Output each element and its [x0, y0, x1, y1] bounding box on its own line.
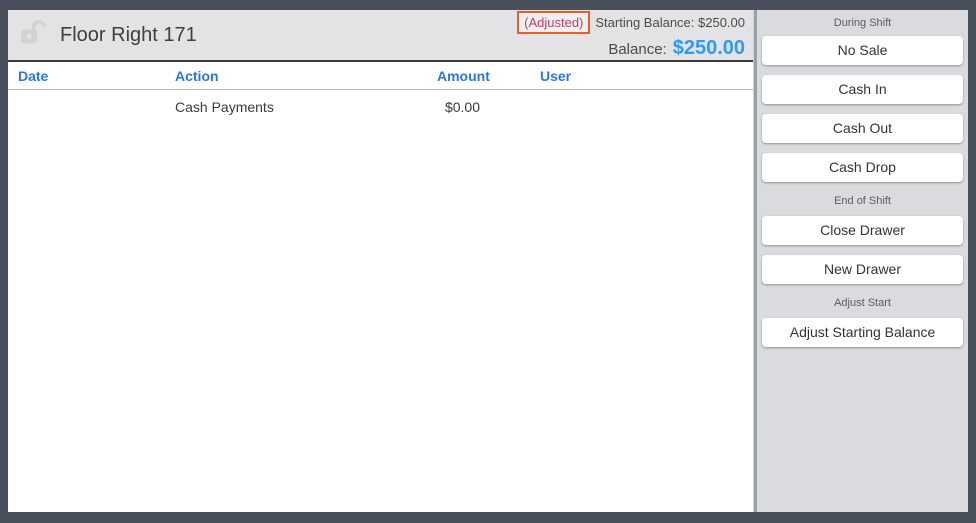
cash-in-button[interactable]: Cash In: [762, 75, 963, 104]
adjusted-badge: (Adjusted): [517, 11, 590, 34]
unlocked-padlock-icon: [18, 19, 48, 54]
column-header-amount: Amount: [437, 68, 480, 84]
balance-label: Balance:: [608, 41, 666, 58]
table-row: Cash Payments $0.00: [8, 90, 753, 124]
cash-drop-button[interactable]: Cash Drop: [762, 153, 963, 182]
drawer-title: Floor Right 171: [60, 24, 197, 47]
drawer-panel: Floor Right 171 (Adjusted) Starting Bala…: [8, 10, 753, 512]
section-label-adjust-start: Adjust Start: [757, 297, 968, 310]
cell-amount: $0.00: [437, 99, 480, 115]
section-label-end-of-shift: End of Shift: [757, 195, 968, 208]
close-drawer-button[interactable]: Close Drawer: [762, 216, 963, 245]
starting-balance-text: Starting Balance: $250.00: [595, 15, 745, 30]
column-header-user: User: [480, 68, 753, 84]
cash-out-button[interactable]: Cash Out: [762, 114, 963, 143]
balance-summary: (Adjusted) Starting Balance: $250.00 Bal…: [517, 11, 745, 60]
column-header-action: Action: [175, 68, 437, 84]
balance-value: $250.00: [673, 37, 745, 60]
drawer-header: Floor Right 171 (Adjusted) Starting Bala…: [8, 10, 753, 62]
transactions-table-header: Date Action Amount User: [8, 62, 753, 90]
cell-action: Cash Payments: [175, 99, 437, 115]
no-sale-button[interactable]: No Sale: [762, 36, 963, 65]
column-header-date: Date: [18, 68, 175, 84]
new-drawer-button[interactable]: New Drawer: [762, 255, 963, 284]
adjust-starting-balance-button[interactable]: Adjust Starting Balance: [762, 318, 963, 347]
drawer-actions-sidebar: During Shift No Sale Cash In Cash Out Ca…: [757, 10, 968, 512]
transactions-table-body: Cash Payments $0.00: [8, 90, 753, 512]
section-label-during-shift: During Shift: [757, 17, 968, 30]
